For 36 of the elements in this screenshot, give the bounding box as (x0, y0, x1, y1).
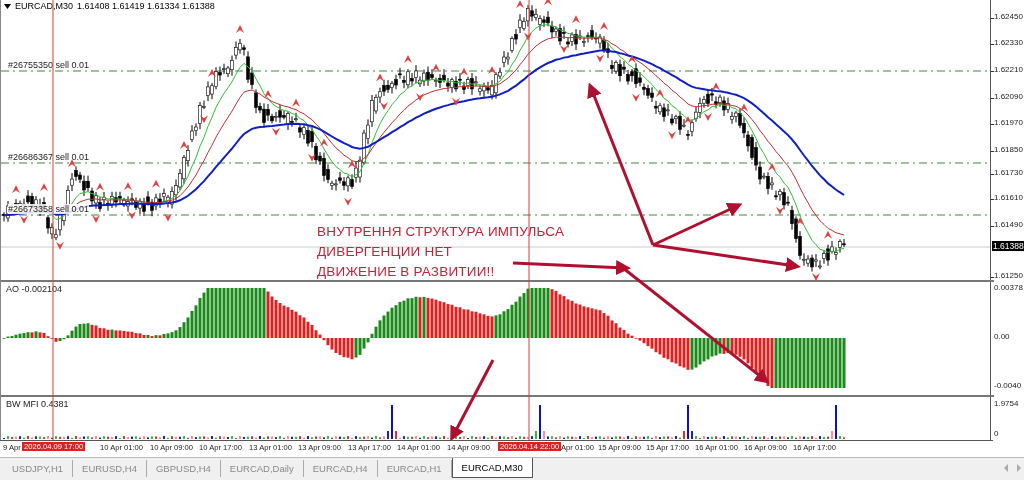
price-label: 1.62330 (994, 38, 1023, 47)
price-label: 1.61730 (994, 168, 1023, 177)
price-label: 1.61490 (994, 220, 1023, 229)
scroll-right-icon[interactable] (1016, 464, 1022, 472)
price-label: 1.61970 (994, 118, 1023, 127)
chart-tab[interactable]: EURCAD,H1 (377, 460, 452, 477)
order-label: #26686367 sell 0.01 (8, 152, 90, 162)
order-label: #26673358 sell 0.01 (8, 204, 90, 214)
annotation-text: ДИВЕРГЕНЦИИ НЕТ (317, 244, 453, 259)
scroll-left-icon[interactable] (1003, 464, 1009, 472)
chart-tab[interactable]: EURUSD,H4 (73, 460, 147, 477)
price-label: 1.62210 (994, 65, 1023, 74)
annotation-text: ДВИЖЕНИЕ В РАЗВИТИИ!! (317, 264, 495, 279)
indicator-scale-label: 0.00378 (994, 283, 1023, 292)
symbol-label: EURCAD,M30 (15, 1, 73, 11)
price-label: 1.61850 (994, 145, 1023, 154)
chart-tab[interactable]: GBPUSD,H4 (146, 460, 221, 477)
indicator-label: BW MFI 0.4381 (6, 399, 69, 409)
indicator-scale-label: 0 (994, 429, 999, 438)
chart-tab[interactable]: USDJPY,H1 (3, 460, 74, 477)
ohlc-values: 1.61408 1.61419 1.61334 1.61388 (77, 1, 215, 11)
price-label: 1.62450 (994, 12, 1023, 21)
indicator-scale-label: 0.00 (994, 332, 1010, 341)
current-price-label: 1.61388 (992, 241, 1024, 251)
price-label: 1.61250 (994, 271, 1023, 280)
chart-tab[interactable]: EURCAD,M30 (451, 458, 533, 478)
price-label: 1.62090 (994, 92, 1023, 101)
order-label: #26755350 sell 0.01 (8, 60, 90, 70)
chart-tab[interactable]: EURCAD,H4 (303, 460, 378, 477)
indicator-scale-label: -0.0040 (994, 381, 1022, 390)
dropdown-icon[interactable] (4, 3, 11, 9)
chart-tab[interactable]: EURCAD,Daily (220, 460, 304, 477)
indicator-label: AO -0.002104 (6, 284, 63, 294)
annotation-text: ВНУТРЕННЯ СТРУКТУРА ИМПУЛЬСА (317, 224, 565, 239)
indicator-scale-label: 1.9754 (994, 399, 1019, 408)
price-label: 1.61610 (994, 193, 1023, 202)
